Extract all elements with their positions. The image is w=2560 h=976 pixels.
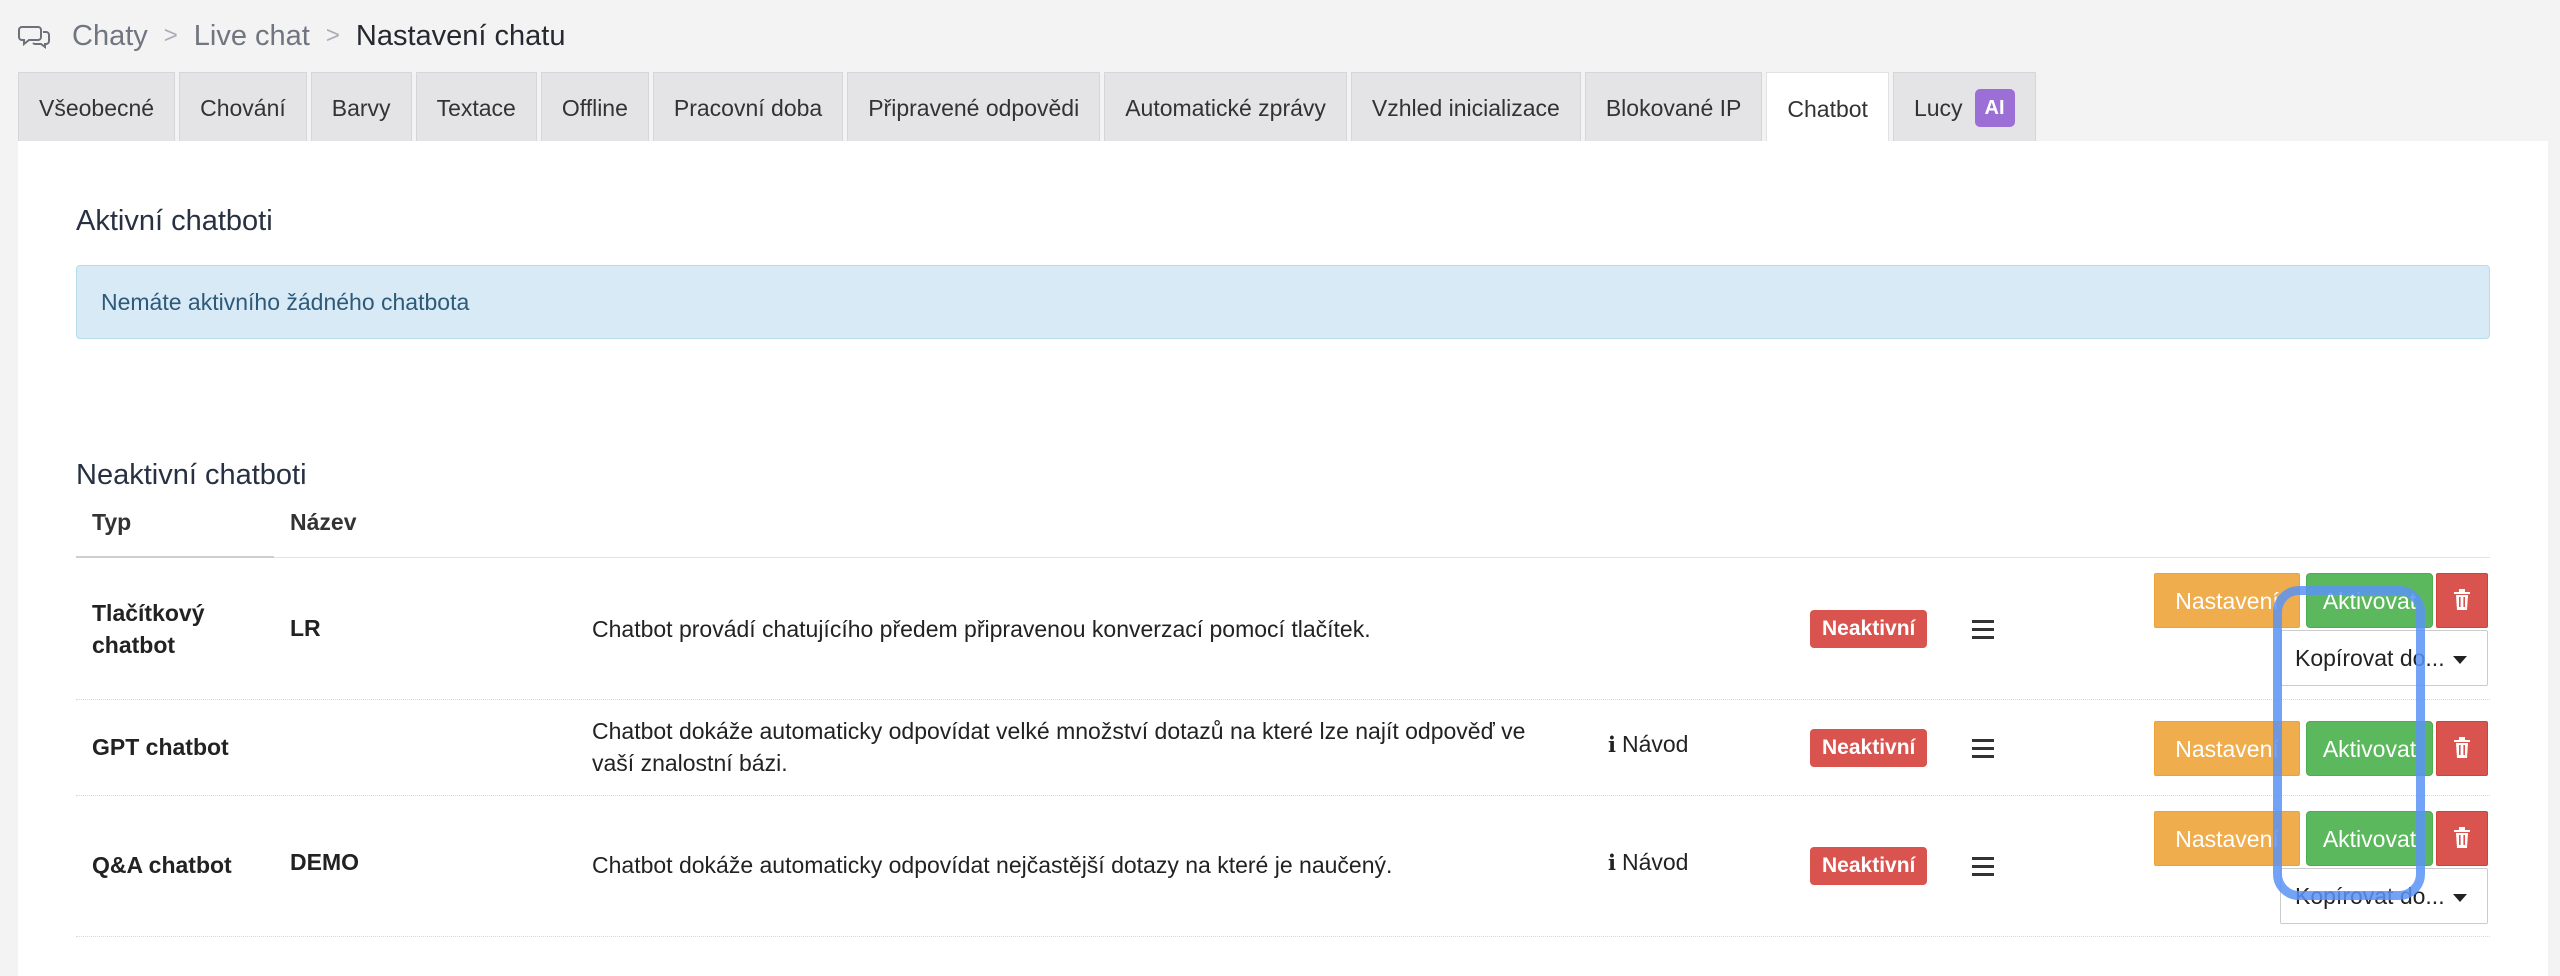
trash-icon [2454, 827, 2470, 848]
hamburger-icon[interactable] [1972, 739, 1994, 759]
guide-link[interactable]: i Návod [1608, 731, 1688, 758]
breadcrumb-chaty[interactable]: Chaty [72, 20, 148, 53]
chatbot-description-line: vaší znalostní bázi. [592, 750, 788, 776]
header-divider [76, 557, 2490, 558]
chatbot-type: Q&A chatbot [92, 852, 232, 878]
settings-button[interactable]: Nastavení [2154, 721, 2300, 776]
copy-to-dropdown[interactable]: Kopírovat do... [2280, 630, 2488, 686]
settings-tabs: Všeobecné Chování Barvy Textace Offline … [18, 72, 2036, 144]
tab-textace[interactable]: Textace [415, 72, 537, 142]
guide-link[interactable]: i Návod [1608, 849, 1688, 876]
chatbot-description: Chatbot dokáže automaticky odpovídat nej… [592, 852, 1393, 878]
chatbot-description: Chatbot dokáže automaticky odpovídat vel… [592, 715, 1582, 779]
status-badge: Neaktivní [1810, 847, 1928, 885]
breadcrumb-live-chat[interactable]: Live chat [194, 20, 310, 53]
info-icon: i [1608, 850, 1616, 875]
caret-down-icon [2452, 893, 2467, 902]
column-header-typ: Typ [92, 509, 132, 535]
tab-lucy-label: Lucy [1913, 94, 1963, 121]
delete-button[interactable] [2436, 811, 2488, 866]
chatbot-panel: Aktivní chatboti Nemáte aktivního žádnéh… [18, 141, 2548, 976]
table-row: GPT chatbot Chatbot dokáže automaticky o… [76, 701, 2490, 796]
trash-icon [2454, 737, 2470, 758]
guide-label: Návod [1621, 849, 1689, 875]
hamburger-icon[interactable] [1972, 620, 1994, 640]
tab-chatbot[interactable]: Chatbot [1766, 72, 1889, 144]
breadcrumb-separator: > [325, 22, 340, 49]
settings-button[interactable]: Nastavení [2154, 573, 2300, 628]
tab-vseobecne[interactable]: Všeobecné [18, 72, 176, 142]
info-icon: i [1608, 732, 1616, 757]
inactive-chatbots-title: Neaktivní chatboti [76, 459, 307, 491]
active-chatbots-title: Aktivní chatboti [76, 205, 273, 237]
chatbot-type-line: Tlačítkový [92, 600, 205, 626]
tab-offline[interactable]: Offline [540, 72, 649, 142]
hamburger-icon[interactable] [1972, 857, 1994, 877]
chat-bubbles-icon [18, 26, 50, 49]
caret-down-icon [2452, 655, 2467, 664]
table-row: Tlačítkový chatbot LR Chatbot provádí ch… [76, 559, 2490, 700]
tab-pracovni-doba[interactable]: Pracovní doba [652, 72, 844, 142]
breadcrumb-current: Nastavení chatu [355, 19, 566, 52]
settings-button[interactable]: Nastavení [2154, 811, 2300, 866]
column-header-nazev: Název [290, 509, 357, 535]
table-row: Q&A chatbot DEMO Chatbot dokáže automati… [76, 797, 2490, 937]
chatbot-description-line: Chatbot dokáže automaticky odpovídat vel… [592, 718, 1526, 744]
chatbot-type-line: chatbot [92, 632, 176, 658]
ai-badge: AI [1974, 88, 2015, 127]
copy-to-dropdown[interactable]: Kopírovat do... [2280, 868, 2488, 924]
breadcrumb: Chaty > Live chat > Nastavení chatu [18, 14, 565, 58]
breadcrumb-separator: > [163, 22, 178, 49]
tab-lucy[interactable]: Lucy AI [1892, 72, 2036, 142]
status-badge: Neaktivní [1810, 610, 1928, 648]
delete-button[interactable] [2436, 573, 2488, 628]
chatbot-type: Tlačítkový chatbot [92, 597, 205, 661]
tab-chovani[interactable]: Chování [179, 72, 307, 142]
copy-to-label: Kopírovat do... [2295, 883, 2445, 909]
status-badge: Neaktivní [1810, 729, 1928, 767]
activate-button[interactable]: Aktivovat [2306, 721, 2433, 776]
trash-icon [2454, 589, 2470, 610]
guide-label: Návod [1621, 731, 1689, 757]
chatbot-name: LR [290, 615, 321, 641]
tab-barvy[interactable]: Barvy [310, 72, 412, 142]
no-active-chatbot-alert: Nemáte aktivního žádného chatbota [76, 265, 2490, 339]
chatbot-name: DEMO [290, 849, 359, 875]
delete-button[interactable] [2436, 721, 2488, 776]
copy-to-label: Kopírovat do... [2295, 645, 2445, 671]
tab-vzhled-inicializace[interactable]: Vzhled inicializace [1350, 72, 1581, 142]
activate-button[interactable]: Aktivovat [2306, 811, 2433, 866]
activate-button[interactable]: Aktivovat [2306, 573, 2433, 628]
chatbot-type: GPT chatbot [92, 734, 229, 760]
tab-pripravene-odpovedi[interactable]: Připravené odpovědi [847, 72, 1101, 142]
tab-automaticke-zpravy[interactable]: Automatické zprávy [1104, 72, 1347, 142]
tab-blokovane-ip[interactable]: Blokované IP [1584, 72, 1763, 142]
chatbot-description: Chatbot provádí chatujícího předem připr… [592, 616, 1371, 642]
header-divider-accent [76, 556, 274, 558]
